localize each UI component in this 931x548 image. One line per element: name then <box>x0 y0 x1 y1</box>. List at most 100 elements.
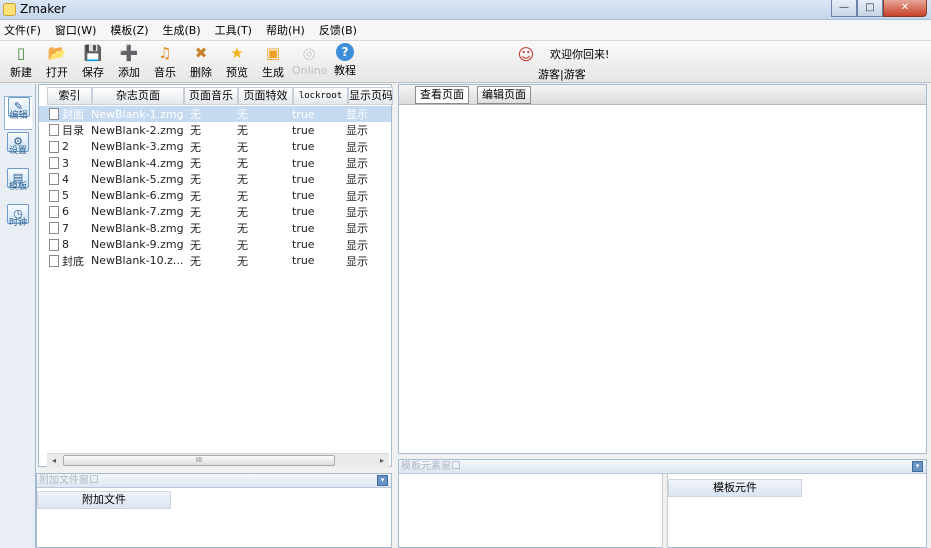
build-label: 生成 <box>262 66 284 79</box>
cell-lockroot: true <box>292 221 315 235</box>
cell-lockroot: true <box>292 156 315 170</box>
table-row[interactable]: 封面 NewBlank-1.zmg 无 无 true 显示 <box>39 106 391 123</box>
menu-template[interactable]: 模板(Z) <box>110 22 148 38</box>
menu-tools[interactable]: 工具(T) <box>215 22 252 38</box>
music-label: 音乐 <box>154 66 176 79</box>
minimize-button[interactable]: — <box>831 0 857 17</box>
build-icon: ▣ <box>265 44 281 62</box>
side-tab-edit[interactable]: ✎ 编辑 <box>4 96 32 130</box>
table-row[interactable]: 3 NewBlank-4.zmg 无 无 true 显示 <box>39 155 391 171</box>
page-doc-icon <box>49 254 59 267</box>
column-template-element[interactable]: 模板元件 <box>668 479 802 497</box>
cell-page: NewBlank-8.zmg <box>91 221 184 235</box>
column-page-effect[interactable]: 页面特效 <box>238 87 293 105</box>
app-logo-icon <box>3 3 16 16</box>
cell-index: 目录 <box>62 124 84 138</box>
side-tab-template[interactable]: ▤ 模板 <box>4 168 32 202</box>
online-label: Online <box>292 64 328 77</box>
maximize-button[interactable]: □ <box>857 0 883 17</box>
guest-user-link[interactable]: 游客|游客 <box>538 66 586 82</box>
table-row[interactable]: 封底 NewBlank-10.z... 无 无 true 显示 <box>39 253 391 269</box>
cell-show: 显示 <box>346 108 368 122</box>
delete-button[interactable]: ✖ 删除 <box>184 43 218 80</box>
table-row[interactable]: 5 NewBlank-6.zmg 无 无 true 显示 <box>39 187 391 203</box>
open-folder-icon: 📂 <box>47 44 67 62</box>
tutorial-button[interactable]: ? 教程 <box>328 43 362 78</box>
cell-effect: 无 <box>237 238 248 252</box>
new-button[interactable]: ▯ 新建 <box>4 43 38 80</box>
star-icon: ★ <box>230 44 244 62</box>
save-button[interactable]: 💾 保存 <box>76 43 110 80</box>
menu-feedback[interactable]: 反馈(B) <box>319 22 357 38</box>
cell-show: 显示 <box>346 205 368 219</box>
cell-index: 7 <box>62 221 69 235</box>
cell-show: 显示 <box>346 157 368 171</box>
add-button[interactable]: ➕ 添加 <box>112 43 146 80</box>
cell-effect: 无 <box>237 124 248 138</box>
cell-page: NewBlank-6.zmg <box>91 189 184 203</box>
table-row[interactable]: 7 NewBlank-8.zmg 无 无 true 显示 <box>39 220 391 236</box>
table-row[interactable]: 2 NewBlank-3.zmg 无 无 true 显示 <box>39 139 391 155</box>
music-icon: ♫ <box>158 44 172 62</box>
cell-lockroot: true <box>292 238 315 252</box>
welcome-message: 欢迎你回来! <box>550 48 610 61</box>
menu-window[interactable]: 窗口(W) <box>55 22 96 38</box>
preview-label: 预览 <box>226 66 248 79</box>
cell-lockroot: true <box>292 107 315 121</box>
cell-index: 8 <box>62 238 69 252</box>
save-icon: 💾 <box>83 44 103 62</box>
side-tab-settings[interactable]: ⚙ 设置 <box>4 132 32 166</box>
side-tab-template-label: 模板 <box>8 182 27 192</box>
side-tab-clock[interactable]: ◷ 时钟 <box>4 204 32 238</box>
table-row[interactable]: 6 NewBlank-7.zmg 无 无 true 显示 <box>39 204 391 220</box>
template-panel-title-text: 模板元素窗口 <box>401 461 461 472</box>
cell-index: 6 <box>62 205 69 219</box>
page-doc-icon <box>49 124 59 137</box>
music-button[interactable]: ♫ 音乐 <box>148 43 182 80</box>
cell-music: 无 <box>190 205 201 219</box>
scroll-right-icon[interactable]: ▸ <box>375 454 389 467</box>
page-doc-icon <box>49 222 59 235</box>
table-row[interactable]: 目录 NewBlank-2.zmg 无 无 true 显示 <box>39 122 391 138</box>
add-page-icon: ➕ <box>119 44 139 62</box>
cell-page: NewBlank-7.zmg <box>91 205 184 219</box>
table-row[interactable]: 4 NewBlank-5.zmg 无 无 true 显示 <box>39 171 391 187</box>
tab-edit-page[interactable]: 编辑页面 <box>477 86 531 104</box>
cell-index: 封面 <box>62 108 84 122</box>
open-label: 打开 <box>46 66 68 79</box>
column-index[interactable]: 索引 <box>47 87 92 105</box>
page-doc-icon <box>49 173 59 186</box>
column-lockroot[interactable]: lockroot <box>293 87 348 105</box>
delete-icon: ✖ <box>194 44 208 62</box>
collapse-icon[interactable]: ▾ <box>912 461 923 472</box>
add-label: 添加 <box>118 66 140 79</box>
column-attach-file[interactable]: 附加文件 <box>37 491 171 509</box>
cell-music: 无 <box>190 254 201 268</box>
collapse-icon[interactable]: ▾ <box>377 475 388 486</box>
menu-bar: 文件(F) 窗口(W) 模板(Z) 生成(B) 工具(T) 帮助(H) 反馈(B… <box>0 20 931 41</box>
menu-build[interactable]: 生成(B) <box>163 22 201 38</box>
new-label: 新建 <box>10 66 32 79</box>
menu-file[interactable]: 文件(F) <box>4 22 41 38</box>
column-show-page-number[interactable]: 显示页码 <box>348 87 393 105</box>
scroll-left-icon[interactable]: ◂ <box>47 454 61 467</box>
cell-show: 显示 <box>346 173 368 187</box>
column-magazine-page[interactable]: 杂志页面 <box>92 87 184 105</box>
cell-lockroot: true <box>292 205 315 219</box>
tab-view-page[interactable]: 查看页面 <box>415 86 469 104</box>
menu-help[interactable]: 帮助(H) <box>266 22 305 38</box>
window-title: Zmaker <box>20 2 67 16</box>
cell-page: NewBlank-9.zmg <box>91 238 184 252</box>
table-row[interactable]: 8 NewBlank-9.zmg 无 无 true 显示 <box>39 236 391 252</box>
page-table-header: 索引 杂志页面 页面音乐 页面特效 lockroot 显示页码 <box>47 87 393 105</box>
online-button[interactable]: ◎ Online <box>292 43 328 77</box>
preview-button[interactable]: ★ 预览 <box>220 43 254 80</box>
close-button[interactable]: ✕ <box>883 0 927 17</box>
page-doc-icon <box>49 108 59 121</box>
open-button[interactable]: 📂 打开 <box>40 43 74 80</box>
column-page-music[interactable]: 页面音乐 <box>184 87 238 105</box>
cell-index: 4 <box>62 172 69 186</box>
scroll-thumb[interactable]: III <box>63 455 335 466</box>
build-button[interactable]: ▣ 生成 <box>256 43 290 80</box>
horizontal-scrollbar[interactable]: ◂ III ▸ <box>47 453 389 467</box>
